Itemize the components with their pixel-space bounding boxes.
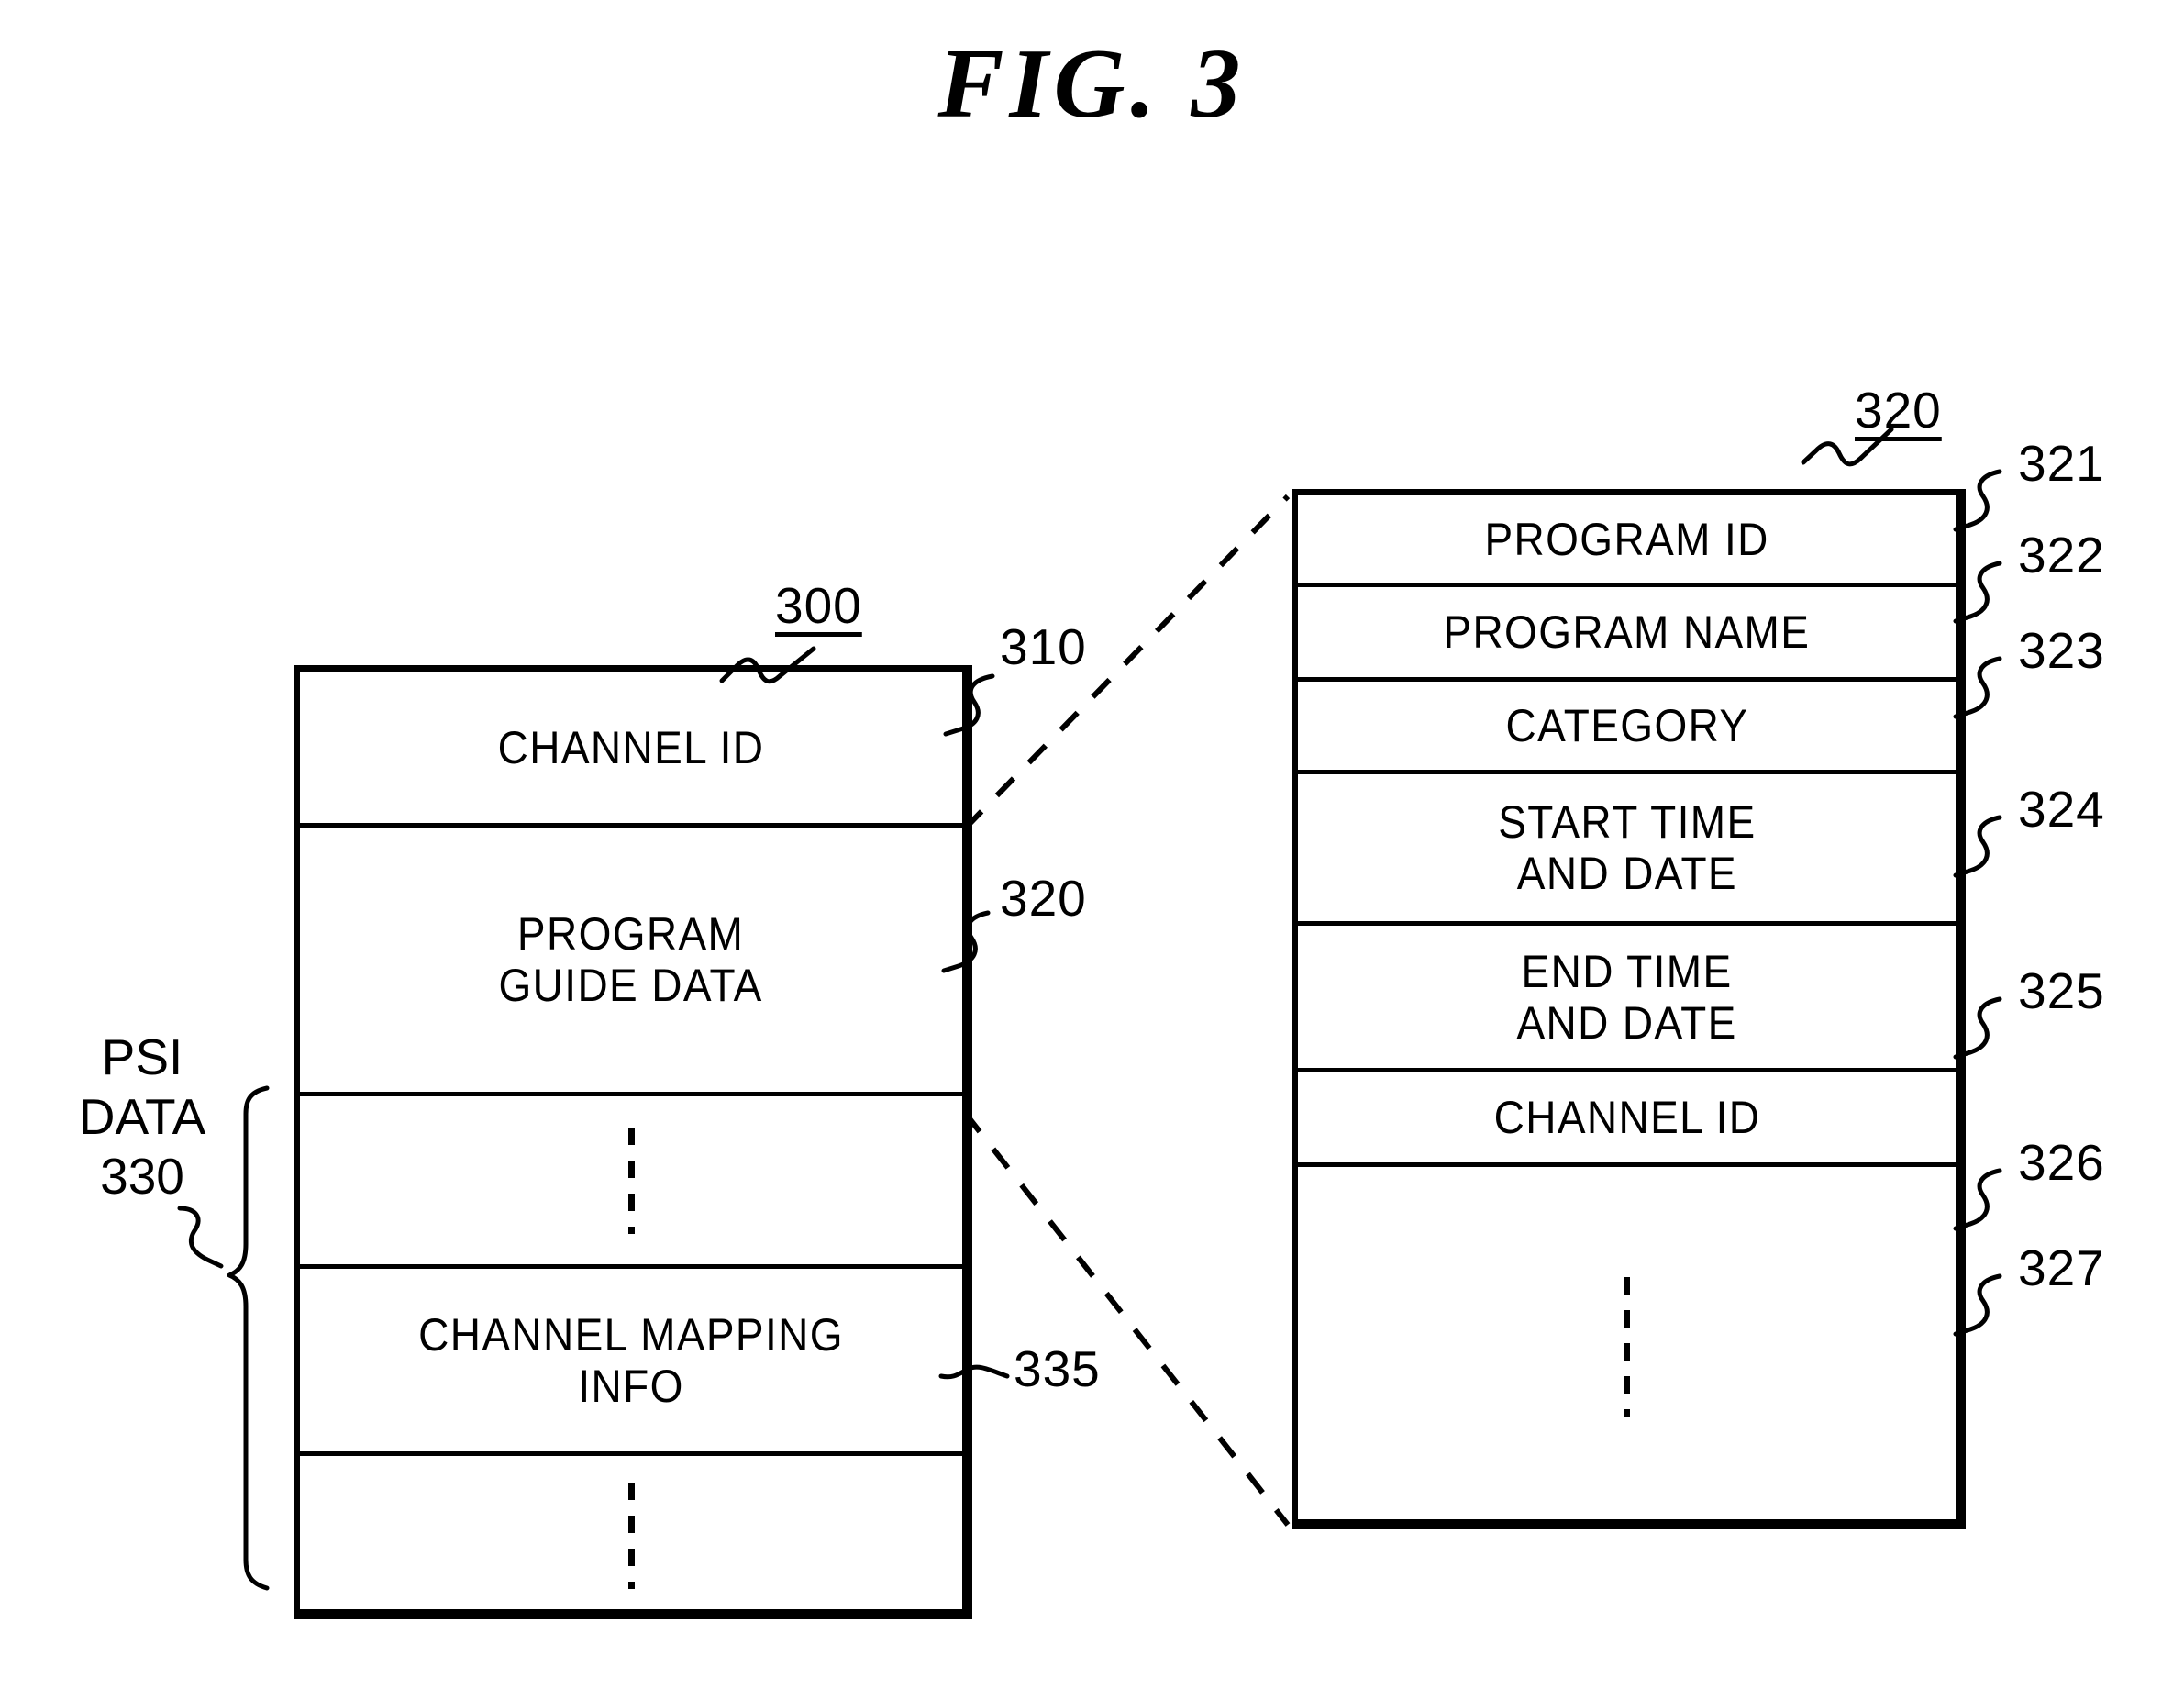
ref-324: 324	[2018, 781, 2105, 838]
left-row-channel-id-label: CHANNEL ID	[497, 721, 765, 773]
right-row-start-time-and-date: START TIME AND DATE	[1298, 774, 1956, 921]
ref-325: 325	[2018, 962, 2105, 1019]
ref-321: 321	[2018, 435, 2105, 492]
right-row-end-time-and-date: END TIME AND DATE	[1298, 926, 1956, 1068]
vertical-ellipsis-icon	[1624, 1276, 1630, 1417]
ref-320-right: 320	[1855, 382, 1942, 439]
left-row-channel-mapping-info-label: CHANNEL MAPPING INFO	[418, 1308, 844, 1412]
left-row-ellipsis-lower	[300, 1456, 962, 1616]
vertical-ellipsis-icon	[627, 1483, 635, 1589]
ref-323: 323	[2018, 622, 2105, 679]
ref-327: 327	[2018, 1239, 2105, 1296]
expansion-link-bottom	[962, 1111, 1291, 1527]
left-row-program-guide-data-label: PROGRAM GUIDE DATA	[498, 908, 764, 1011]
right-row-program-id: PROGRAM ID	[1298, 495, 1956, 583]
right-row-program-id-label: PROGRAM ID	[1484, 513, 1769, 565]
left-row-program-guide-data: PROGRAM GUIDE DATA	[300, 828, 962, 1092]
right-row-start-time-and-date-label: START TIME AND DATE	[1497, 796, 1757, 899]
leader-330	[177, 1206, 224, 1269]
ref-300: 300	[775, 577, 862, 634]
left-row-channel-id: CHANNEL ID	[300, 672, 962, 823]
ref-326: 326	[2018, 1134, 2105, 1191]
right-row-ellipsis	[1298, 1167, 1956, 1526]
right-row-channel-id-label: CHANNEL ID	[1493, 1092, 1760, 1143]
vertical-ellipsis-icon	[627, 1127, 635, 1234]
left-structure-box: CHANNEL ID PROGRAM GUIDE DATA CHANNEL MA…	[294, 665, 972, 1619]
figure-root: FIG. 3 CHANNEL ID PROGRAM GUIDE DATA CHA…	[0, 0, 2184, 1689]
right-row-channel-id: CHANNEL ID	[1298, 1072, 1956, 1162]
ref-322: 322	[2018, 527, 2105, 583]
ref-320-left: 320	[1000, 870, 1087, 927]
right-row-category-label: CATEGORY	[1505, 700, 1748, 751]
left-row-channel-mapping-info: CHANNEL MAPPING INFO	[300, 1269, 962, 1451]
ref-310: 310	[1000, 618, 1087, 675]
right-row-program-name: PROGRAM NAME	[1298, 587, 1956, 677]
psi-data-group-label: PSI DATA 330	[78, 1028, 206, 1205]
right-row-program-name-label: PROGRAM NAME	[1443, 606, 1811, 658]
figure-title: FIG. 3	[937, 29, 1247, 139]
right-row-end-time-and-date-label: END TIME AND DATE	[1516, 945, 1737, 1049]
ref-335: 335	[1014, 1340, 1101, 1397]
left-row-ellipsis-upper	[300, 1096, 962, 1264]
right-structure-box: PROGRAM ID PROGRAM NAME CATEGORY START T…	[1292, 489, 1966, 1529]
right-row-category: CATEGORY	[1298, 682, 1956, 770]
